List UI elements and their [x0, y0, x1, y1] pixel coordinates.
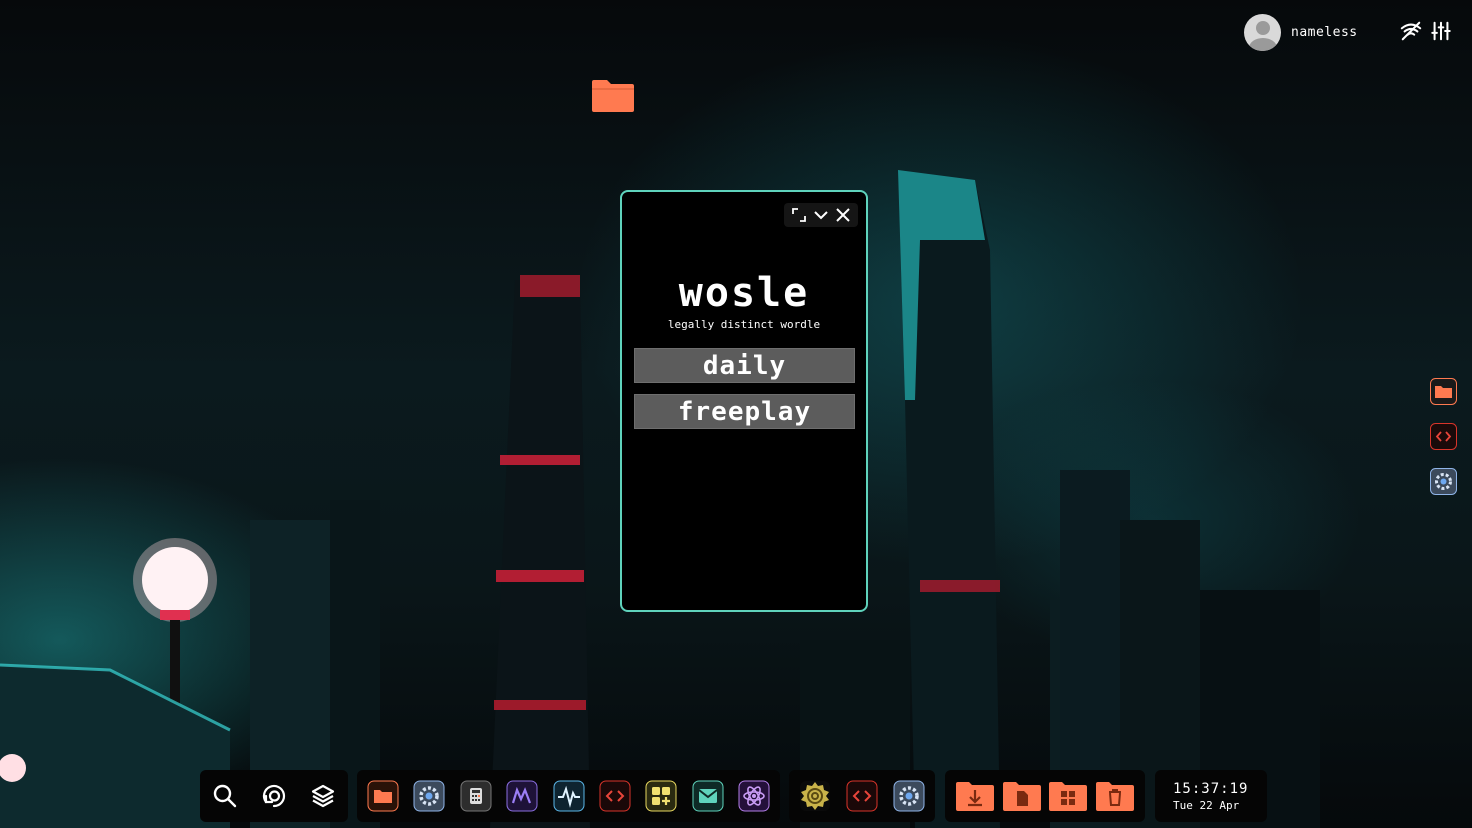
no-wifi-icon[interactable] — [1400, 20, 1422, 42]
clock-date: Tue 22 Apr — [1173, 798, 1240, 812]
sliders-icon[interactable] — [1430, 20, 1452, 42]
activity-app-icon[interactable] — [553, 780, 585, 812]
desktop-folder-icon[interactable] — [590, 78, 636, 114]
refresh-icon[interactable] — [261, 783, 287, 809]
minimize-icon[interactable] — [813, 207, 829, 223]
side-code-editor-icon[interactable] — [1430, 423, 1457, 450]
mail-app-icon[interactable] — [692, 780, 724, 812]
close-icon[interactable] — [835, 207, 851, 223]
taskbar-quick-actions — [200, 770, 348, 822]
side-settings-icon[interactable] — [1430, 468, 1457, 495]
atom-app-icon[interactable] — [738, 780, 770, 812]
documents-folder-icon[interactable] — [1002, 780, 1042, 812]
user-menu[interactable]: nameless — [1244, 14, 1358, 51]
window-controls — [784, 203, 858, 227]
wosle-window: wosle legally distinct wordle daily free… — [620, 190, 868, 612]
pinned-settings-icon[interactable] — [893, 780, 925, 812]
apps-folder-icon[interactable] — [1048, 780, 1088, 812]
taskbar-clock[interactable]: 15:37:19 Tue 22 Apr — [1155, 770, 1267, 822]
calculator-app-icon[interactable] — [460, 780, 492, 812]
layers-icon[interactable] — [310, 783, 336, 809]
search-icon[interactable] — [212, 783, 238, 809]
code-editor-app-icon[interactable] — [599, 780, 631, 812]
pinned-code-editor-icon[interactable] — [846, 780, 878, 812]
weather-app-icon[interactable] — [799, 780, 831, 812]
files-app-icon[interactable] — [367, 780, 399, 812]
clock-time: 15:37:19 — [1173, 780, 1249, 797]
trash-folder-icon[interactable] — [1095, 780, 1135, 812]
taskbar-apps — [357, 770, 780, 822]
username: nameless — [1291, 25, 1358, 40]
maximize-icon[interactable] — [791, 207, 807, 223]
monitor-app-icon[interactable] — [506, 780, 538, 812]
downloads-folder-icon[interactable] — [955, 780, 995, 812]
freeplay-button[interactable]: freeplay — [634, 394, 855, 429]
side-launcher — [1430, 378, 1457, 495]
system-tray — [1400, 20, 1452, 42]
taskbar-pinned — [789, 770, 935, 822]
settings-app-icon[interactable] — [413, 780, 445, 812]
app-title: wosle — [678, 270, 810, 316]
daily-button[interactable]: daily — [634, 348, 855, 383]
app-subtitle: legally distinct wordle — [667, 318, 821, 331]
taskbar-folders — [945, 770, 1145, 822]
widgets-app-icon[interactable] — [645, 780, 677, 812]
avatar — [1244, 14, 1281, 51]
side-folder-icon[interactable] — [1430, 378, 1457, 405]
